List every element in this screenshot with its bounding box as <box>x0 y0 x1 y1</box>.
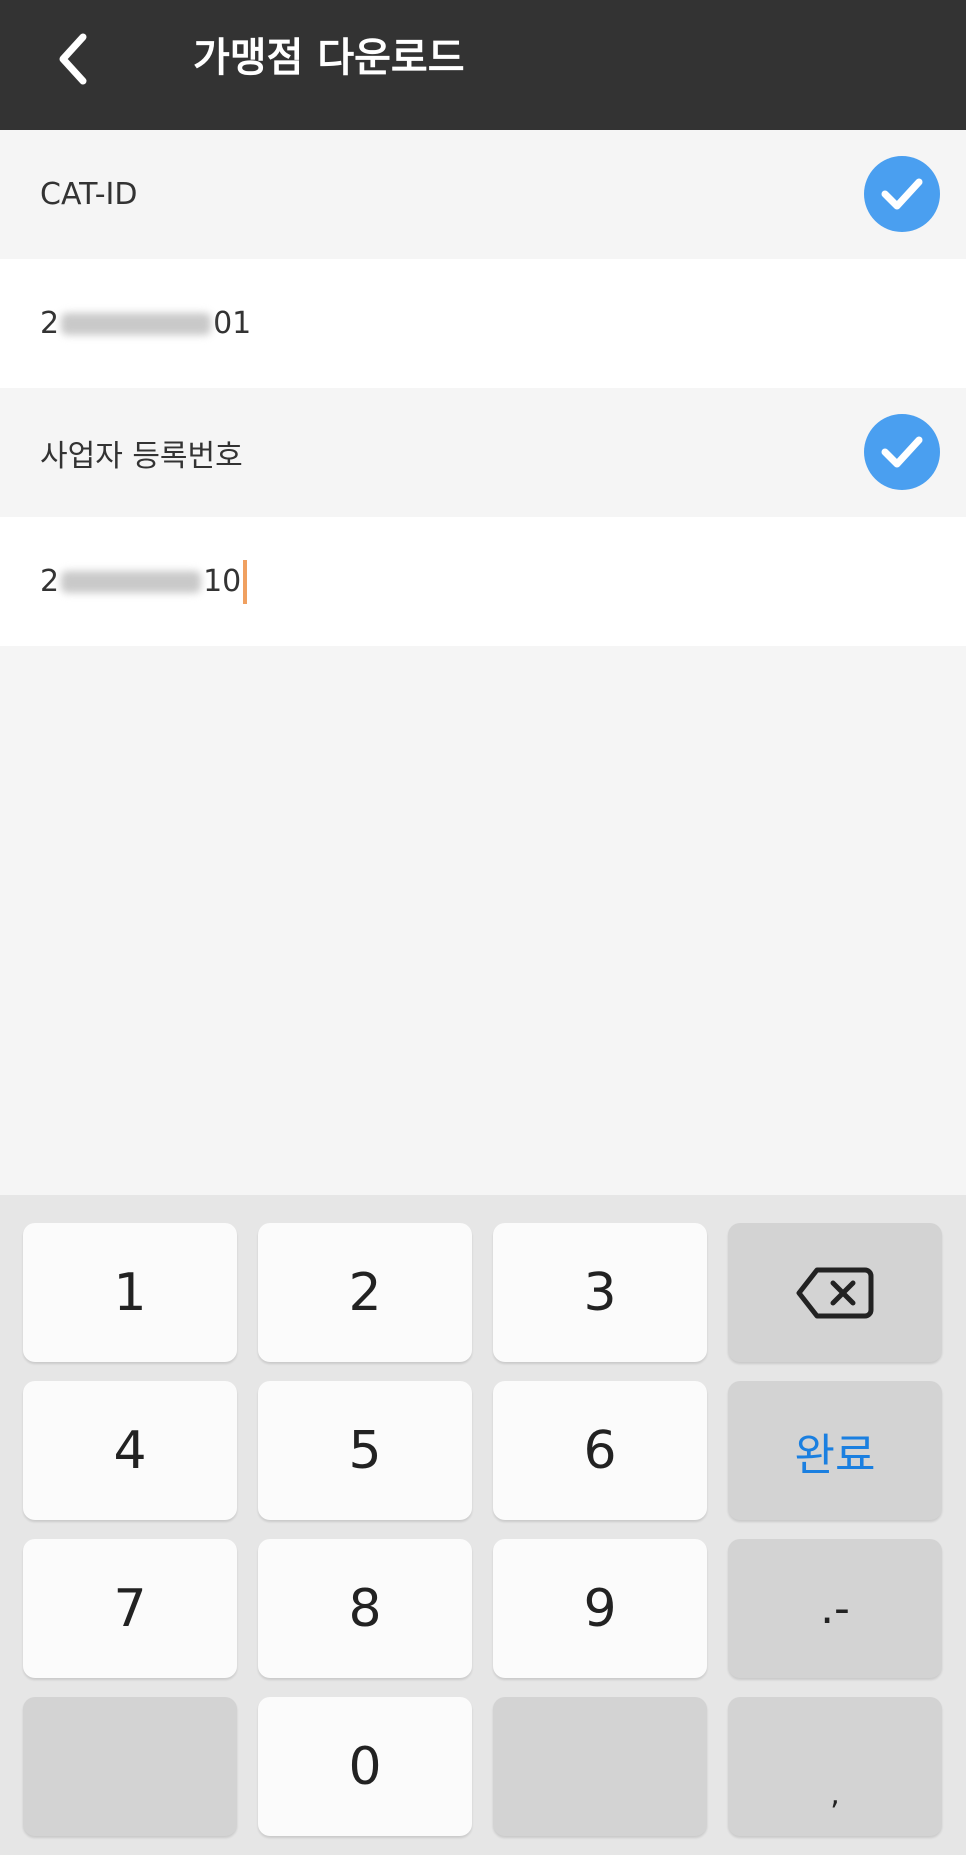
key-3[interactable]: 3 <box>493 1223 707 1362</box>
redacted-digits <box>61 570 202 593</box>
business-number-input[interactable]: 2 10 <box>0 517 966 646</box>
key-4[interactable]: 4 <box>23 1381 237 1520</box>
key-6[interactable]: 6 <box>493 1381 707 1520</box>
cat-id-check-icon[interactable] <box>864 156 940 232</box>
text-cursor <box>243 559 248 604</box>
business-number-value: 2 10 <box>40 559 248 604</box>
cat-id-value-start: 2 <box>40 306 60 341</box>
comma-key[interactable]: , <box>728 1697 942 1836</box>
blank-key-left <box>23 1697 237 1836</box>
key-2[interactable]: 2 <box>258 1223 472 1362</box>
key-8[interactable]: 8 <box>258 1539 472 1678</box>
key-9[interactable]: 9 <box>493 1539 707 1678</box>
cat-id-label-row: CAT-ID <box>0 130 966 259</box>
backspace-button[interactable] <box>728 1223 942 1362</box>
key-1[interactable]: 1 <box>23 1223 237 1362</box>
page-title: 가맹점 다운로드 <box>193 35 465 81</box>
top-app-bar: 가맹점 다운로드 <box>0 0 966 130</box>
backspace-icon <box>796 1267 874 1318</box>
business-number-label: 사업자 등록번호 <box>40 438 243 474</box>
cat-id-value-end: 01 <box>213 306 252 341</box>
key-0[interactable]: 0 <box>258 1697 472 1836</box>
redacted-digits <box>61 312 212 335</box>
dot-dash-key[interactable]: .- <box>728 1539 942 1678</box>
chevron-left-icon <box>59 33 87 85</box>
blank-key-right <box>493 1697 707 1836</box>
business-number-label-row: 사업자 등록번호 <box>0 388 966 517</box>
business-number-value-end: 10 <box>203 564 242 599</box>
key-5[interactable]: 5 <box>258 1381 472 1520</box>
cat-id-input[interactable]: 2 01 <box>0 259 966 388</box>
app-screen: 가맹점 다운로드 CAT-ID 2 01 사업자 등록번호 2 10 1 2 3… <box>0 0 966 1855</box>
business-number-value-start: 2 <box>40 564 60 599</box>
back-button[interactable] <box>38 24 108 94</box>
done-button[interactable]: 완료 <box>728 1381 942 1520</box>
business-number-check-icon[interactable] <box>864 414 940 490</box>
key-7[interactable]: 7 <box>23 1539 237 1678</box>
cat-id-value: 2 01 <box>40 306 251 341</box>
numeric-keyboard: 1 2 3 4 5 6 완료 7 8 9 .- 0 , <box>0 1195 966 1855</box>
cat-id-label: CAT-ID <box>40 177 138 212</box>
